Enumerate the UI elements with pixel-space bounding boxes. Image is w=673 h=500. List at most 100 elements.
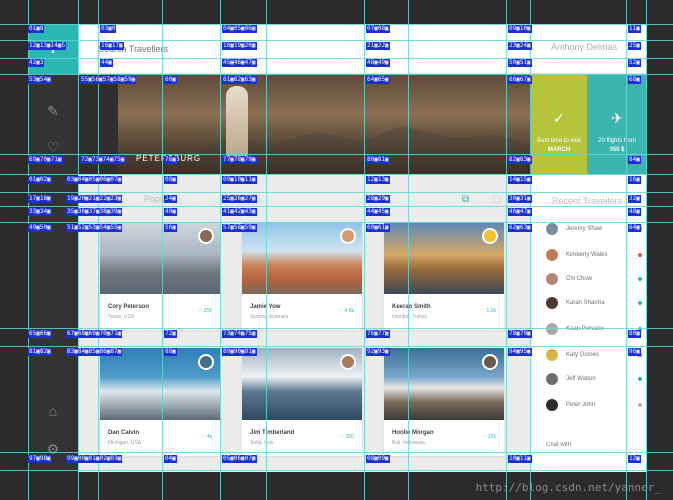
card-likes[interactable]: ♡ 1.2k [481, 308, 496, 314]
hero-dark-strip [78, 74, 118, 174]
card-avatar[interactable] [340, 354, 356, 370]
card-name: Dan Calvin [108, 430, 140, 436]
section-title: Popular [144, 194, 176, 204]
avatar [546, 349, 558, 361]
flights-label: 20 flights from [598, 138, 636, 144]
photo-card[interactable]: Keeran Smith Istanbul, Turkey ♡ 1.2k [384, 222, 504, 330]
panel-title: Recent Travellers [552, 196, 623, 206]
avatar [546, 399, 558, 411]
card-likes-count: 255 [203, 308, 212, 314]
card-likes-count: 22k [487, 434, 496, 440]
hero-statue [226, 86, 248, 158]
photo-card[interactable]: Dan Calvin Michigan, USA ♡ 4k [100, 348, 220, 456]
card-likes-count: 4k [206, 434, 212, 440]
traveller-item[interactable]: Kimberly Wales [546, 248, 646, 262]
photo-card[interactable]: Jamie Yow Sydney, Australia ♡ 4.5k [242, 222, 362, 330]
card-likes-count: 4.5k [344, 308, 354, 314]
status-dot [638, 377, 642, 381]
status-dot [638, 253, 642, 257]
card-likes[interactable]: ♡ 150 [340, 434, 354, 440]
top-header: Anthony Delmas ⌕ [78, 24, 647, 74]
card-name: Jim Timberland [250, 430, 295, 436]
status-dot [638, 227, 642, 231]
status-dot [638, 277, 642, 281]
hero-rocks [198, 126, 538, 174]
card-location: Michigan, USA [108, 440, 142, 446]
hero-caption: PETERSBURG [136, 154, 202, 163]
user-name[interactable]: Anthony Delmas [551, 42, 617, 52]
best-time-value: MARCH [547, 147, 571, 153]
card-location: Sydney, Australia [250, 314, 289, 320]
traveller-name: Karan Sharma [566, 300, 605, 306]
flights-tile[interactable]: ✈ 20 flights from 350 $ [587, 74, 647, 174]
traveller-name: Jeff Walton [566, 376, 596, 382]
settings-icon[interactable]: ⚙ [42, 438, 64, 460]
card-avatar[interactable] [340, 228, 356, 244]
search-input[interactable] [98, 40, 278, 58]
card-location: Istanbul, Turkey [392, 314, 428, 320]
content-area: Popular ⧉ ▢ Cory Peterson Texas, USA ♡ 2… [78, 174, 530, 472]
traveller-name: Chi Chow [566, 276, 593, 282]
plane-icon: ✈ [611, 110, 623, 126]
flights-value: 350 $ [609, 147, 625, 153]
best-time-tile[interactable]: ✓ Best time to visit MARCH [531, 74, 587, 174]
compass-icon[interactable]: ✎ [42, 100, 64, 122]
app-logo[interactable]: T [28, 24, 78, 74]
photo-card[interactable]: Jim Timberland Sofia, Italy ♡ 150 [242, 348, 362, 456]
traveller-name: Peter John [566, 402, 596, 408]
traveller-name: Jeremy Shaw [566, 226, 603, 232]
card-name: Hoolie Morgan [392, 430, 434, 436]
card-likes[interactable]: ♡ 4k [201, 434, 212, 440]
card-name: Cory Peterson [108, 304, 150, 310]
card-likes-count: 1.2k [486, 308, 496, 314]
card-likes-count: 150 [345, 434, 354, 440]
card-avatar[interactable] [198, 228, 214, 244]
watermark: http://blog.csdn.net/yanner_ [475, 481, 661, 494]
chat-input[interactable] [546, 438, 634, 452]
avatar [546, 273, 558, 285]
search-icon[interactable]: ⌕ [629, 40, 635, 51]
traveller-item[interactable]: Kaan Pervane [546, 322, 646, 336]
card-likes[interactable]: ♡ 22k [482, 434, 496, 440]
avatar [546, 323, 558, 335]
avatar [546, 373, 558, 385]
card-name: Keeran Smith [392, 304, 431, 310]
status-dot [638, 327, 642, 331]
hero-banner: PETERSBURG ✓ Best time to visit MARCH ✈ … [78, 74, 647, 174]
traveller-item[interactable]: Jeff Walton [546, 372, 646, 386]
card-likes[interactable]: ♡ 4.5k [339, 308, 354, 314]
traveller-item[interactable]: Katy Gomes [546, 348, 646, 362]
status-dot [638, 403, 642, 407]
list-view-icon[interactable]: ▢ [492, 194, 504, 206]
status-dot [638, 301, 642, 305]
card-likes[interactable]: ♡ 255 [198, 308, 212, 314]
card-avatar[interactable] [198, 354, 214, 370]
app-frame: ✎ ♡ ⌂ ⚙ T Anthony Delmas ⌕ PETERSBURG ✓ … [0, 0, 673, 500]
sidebar: ✎ ♡ ⌂ ⚙ [28, 24, 78, 472]
heart-icon[interactable]: ♡ [42, 136, 64, 158]
best-time-label: Best time to visit [537, 138, 581, 144]
card-location: Sofia, Italy [250, 440, 274, 446]
traveller-item[interactable]: Peter John [546, 398, 646, 412]
traveller-item[interactable]: Chi Chow [546, 272, 646, 286]
avatar [546, 223, 558, 235]
avatar [546, 297, 558, 309]
card-location: Texas, USA [108, 314, 135, 320]
card-name: Jamie Yow [250, 304, 281, 310]
check-icon: ✓ [553, 110, 565, 126]
traveller-name: Katy Gomes [566, 352, 600, 358]
inbox-icon[interactable]: ⌂ [42, 400, 64, 422]
avatar [546, 249, 558, 261]
photo-card[interactable]: Cory Peterson Texas, USA ♡ 255 [100, 222, 220, 330]
recent-travellers-panel: Recent Travellers Jeremy Shaw Kimberly W… [530, 174, 647, 472]
logo-text: T [49, 42, 57, 56]
traveller-name: Kaan Pervane [566, 326, 605, 332]
card-location: Bali, Indonesia [392, 440, 425, 446]
card-avatar[interactable] [482, 354, 498, 370]
photo-card[interactable]: Hoolie Morgan Bali, Indonesia ♡ 22k [384, 348, 504, 456]
grid-view-icon[interactable]: ⧉ [462, 194, 474, 206]
traveller-name: Kimberly Wales [566, 252, 608, 258]
card-avatar[interactable] [482, 228, 498, 244]
traveller-item[interactable]: Karan Sharma [546, 296, 646, 310]
traveller-item[interactable]: Jeremy Shaw [546, 222, 646, 236]
